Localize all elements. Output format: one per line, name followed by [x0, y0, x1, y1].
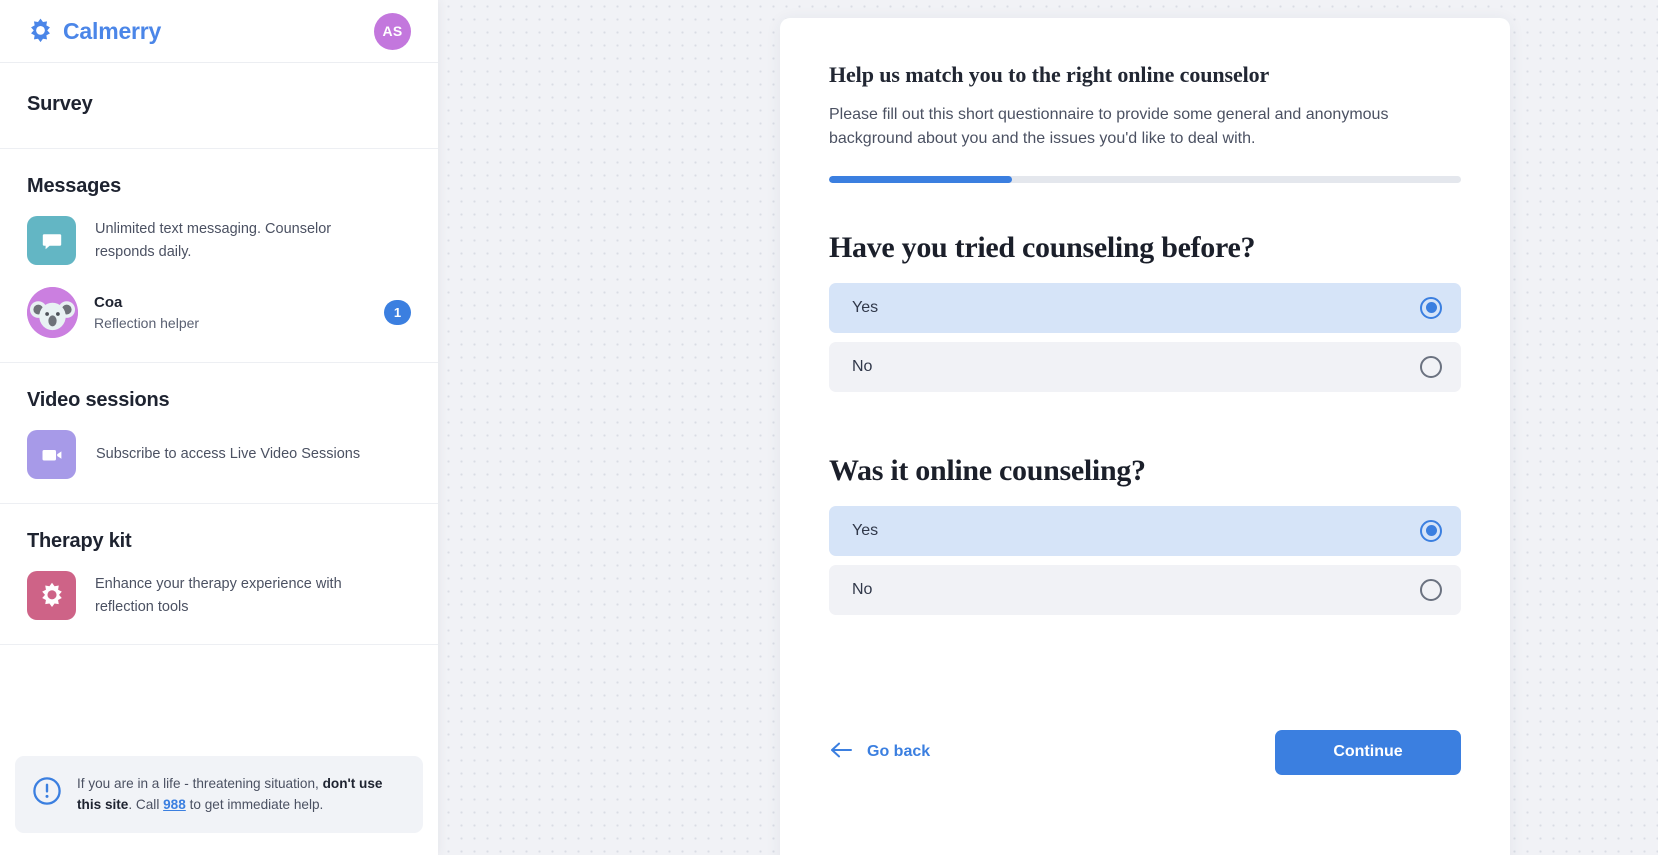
continue-button[interactable]: Continue: [1275, 729, 1461, 775]
sidebar-item-survey-label: Survey: [27, 93, 93, 115]
sidebar-item-coa[interactable]: Coa Reflection helper 1: [27, 287, 411, 338]
question-title-1: Have you tried counseling before?: [829, 230, 1256, 264]
crisis-alert-wrapper: If you are in a life - threatening situa…: [0, 756, 438, 855]
page-subtitle: Please fill out this short questionnaire…: [829, 106, 1389, 148]
radio-dot: [1425, 302, 1437, 314]
sidebar-item-messaging-text: Unlimited text messaging. Counselor resp…: [95, 221, 332, 260]
sidebar-section-video-title: Video sessions: [27, 389, 170, 411]
crisis-alert-text: If you are in a life - threatening situa…: [77, 774, 405, 815]
option-2-yes[interactable]: Yes: [829, 505, 1461, 556]
brand-logo[interactable]: Calmerry: [27, 18, 161, 45]
option-2-no[interactable]: No: [829, 564, 1461, 615]
crisis-alert-text-before: If you are in a life - threatening situa…: [77, 776, 323, 792]
sidebar-section-therapy-title: Therapy kit: [27, 530, 132, 552]
sidebar-section-video: Video sessions Subscribe to access Live …: [0, 363, 438, 504]
sidebar-section-messages: Messages Unlimited text messaging. Couns…: [0, 149, 438, 363]
progress-bar: [829, 175, 1461, 183]
card-footer: Go back Continue: [829, 677, 1461, 807]
crisis-alert-text-middle: . Call: [128, 796, 164, 812]
arrow-left-icon: [831, 742, 853, 763]
koala-avatar-icon: [27, 287, 78, 338]
page-title: Help us match you to the right online co…: [829, 62, 1270, 87]
sidebar-item-therapy-text: Enhance your therapy experience with ref…: [95, 576, 342, 615]
sidebar-item-messaging[interactable]: Unlimited text messaging. Counselor resp…: [27, 216, 411, 265]
go-back-label: Go back: [867, 743, 931, 761]
options-group-1: Yes No: [829, 282, 1461, 392]
radio-1-no[interactable]: [1420, 355, 1442, 378]
question-block-2: Was it online counseling? Yes No: [829, 454, 1461, 615]
exclamation-circle-icon: [32, 776, 62, 811]
progress-bar-fill: [829, 175, 1013, 183]
crisis-alert-text-after: to get immediate help.: [185, 796, 324, 812]
sidebar-section-messages-title: Messages: [27, 175, 122, 197]
unread-badge: 1: [384, 300, 411, 325]
sidebar-section-therapy: Therapy kit Enhance your therapy experie…: [0, 504, 438, 645]
sidebar-item-coa-meta: Coa Reflection helper: [94, 294, 368, 331]
radio-2-yes[interactable]: [1420, 519, 1442, 542]
avatar[interactable]: AS: [374, 12, 411, 50]
options-group-2: Yes No: [829, 505, 1461, 615]
chat-bubble-icon: [27, 216, 76, 265]
sidebar-section-survey[interactable]: Survey: [0, 63, 438, 149]
option-1-no[interactable]: No: [829, 341, 1461, 392]
brand-name: Calmerry: [63, 17, 162, 44]
sidebar-item-video-text: Subscribe to access Live Video Sessions: [96, 446, 361, 463]
sidebar-item-coa-subtitle: Reflection helper: [94, 315, 200, 331]
radio-2-no[interactable]: [1420, 578, 1442, 601]
go-back-button[interactable]: Go back: [829, 736, 932, 769]
crisis-hotline-link[interactable]: 988: [163, 797, 186, 812]
option-1-no-label: No: [852, 357, 873, 375]
option-2-no-label: No: [852, 580, 873, 598]
crisis-alert: If you are in a life - threatening situa…: [15, 756, 423, 833]
option-1-yes[interactable]: Yes: [829, 282, 1461, 333]
sidebar-item-coa-name: Coa: [94, 294, 123, 311]
question-block-1: Have you tried counseling before? Yes No: [829, 231, 1461, 392]
radio-dot: [1425, 525, 1437, 537]
sidebar-item-video[interactable]: Subscribe to access Live Video Sessions: [27, 430, 411, 479]
flower-gear-logo-icon: [27, 18, 54, 45]
main-content: Help us match you to the right online co…: [438, 0, 1658, 855]
question-title-2: Was it online counseling?: [829, 453, 1146, 487]
option-1-yes-label: Yes: [852, 298, 879, 316]
survey-card: Help us match you to the right online co…: [780, 18, 1510, 855]
sidebar-item-therapy[interactable]: Enhance your therapy experience with ref…: [27, 571, 411, 620]
video-camera-icon: [27, 430, 76, 479]
app-root: Calmerry AS Survey Messages Unlimited te…: [0, 0, 1658, 855]
radio-1-yes[interactable]: [1420, 296, 1442, 319]
option-2-yes-label: Yes: [852, 521, 879, 539]
sidebar-header: Calmerry AS: [0, 0, 438, 63]
flower-icon: [27, 571, 76, 620]
sidebar: Calmerry AS Survey Messages Unlimited te…: [0, 0, 438, 855]
